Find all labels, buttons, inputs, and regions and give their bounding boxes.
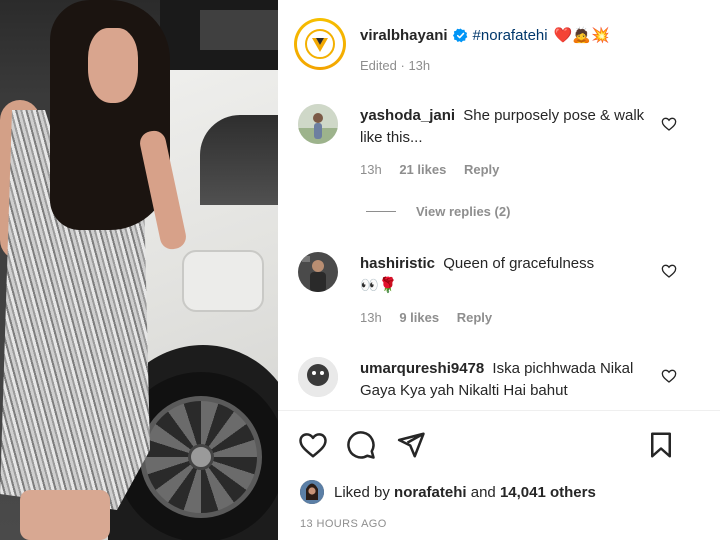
post-image[interactable]	[0, 0, 278, 540]
comment-text-block: hashiristic Queen of gracefulness 👀🌹	[360, 253, 650, 297]
view-replies-button[interactable]: View replies (2)	[366, 204, 510, 219]
post-caption: viralbhayani #norafatehi ❤️🙇💥 Edited · 1…	[278, 0, 720, 95]
commenter-avatar[interactable]	[298, 252, 338, 292]
person-face	[88, 28, 138, 103]
background-light	[200, 10, 278, 50]
comment-time: 13h	[360, 162, 382, 177]
author-username[interactable]: viralbhayani	[360, 27, 448, 44]
comment-icon[interactable]	[346, 430, 376, 460]
comment-likes[interactable]: 9 likes	[399, 310, 439, 325]
post-timestamp[interactable]: 13 HOURS AGO	[300, 518, 387, 530]
reply-button[interactable]: Reply	[457, 310, 492, 325]
comment-meta: 13h 21 likes Reply	[360, 162, 513, 177]
post-time[interactable]: 13h	[408, 58, 430, 73]
reply-button[interactable]: Reply	[464, 162, 499, 177]
person-leg	[20, 490, 110, 540]
edited-label: Edited	[360, 58, 397, 73]
car-fuel-cap	[182, 250, 264, 312]
comment-likes[interactable]: 21 likes	[399, 162, 446, 177]
comment-username[interactable]: yashoda_jani	[360, 107, 455, 124]
liked-by-prefix: Liked by	[334, 483, 390, 501]
viral-logo-icon	[305, 29, 335, 59]
liked-by-summary[interactable]: Liked by norafatehi and 14,041 others	[300, 480, 596, 504]
like-comment-heart-icon[interactable]	[661, 116, 677, 132]
comments-panel: viralbhayani #norafatehi ❤️🙇💥 Edited · 1…	[278, 0, 720, 540]
comment-meta: 13h 9 likes Reply	[360, 310, 506, 325]
comment-username[interactable]: hashiristic	[360, 255, 435, 272]
liked-by-user[interactable]: norafatehi	[394, 484, 467, 501]
liker-avatar[interactable]	[300, 480, 324, 504]
like-comment-heart-icon[interactable]	[661, 263, 677, 279]
comment-username[interactable]: umarqureshi9478	[360, 360, 484, 377]
replies-divider-line	[366, 211, 396, 212]
car-hub	[188, 444, 214, 470]
comment-text-block: yashoda_jani She purposely pose & walk l…	[360, 105, 650, 149]
caption-emoji: ❤️🙇💥	[553, 27, 610, 44]
like-comment-heart-icon[interactable]	[661, 368, 677, 384]
comment-emoji: 👀🌹	[360, 277, 398, 294]
caption-hashtag[interactable]: #norafatehi	[473, 27, 548, 44]
liked-by-count[interactable]: 14,041 others	[500, 484, 596, 501]
caption-meta: Edited · 13h	[360, 58, 430, 73]
post-actions-bar	[278, 410, 720, 476]
bookmark-icon[interactable]	[646, 430, 676, 460]
author-avatar[interactable]	[294, 18, 346, 70]
car-window	[200, 115, 278, 205]
verified-badge-icon	[452, 27, 468, 43]
view-replies-label: View replies (2)	[416, 204, 511, 219]
share-icon[interactable]	[396, 430, 426, 460]
heart-icon[interactable]	[298, 430, 328, 460]
commenter-avatar[interactable]	[298, 357, 338, 397]
comment-time: 13h	[360, 310, 382, 325]
liked-by-middle: and	[470, 483, 496, 501]
commenter-avatar[interactable]	[298, 104, 338, 144]
comment-text: Queen of gracefulness	[443, 255, 595, 272]
comment-text-block: umarqureshi9478 Iska pichhwada Nikal Gay…	[360, 358, 650, 402]
